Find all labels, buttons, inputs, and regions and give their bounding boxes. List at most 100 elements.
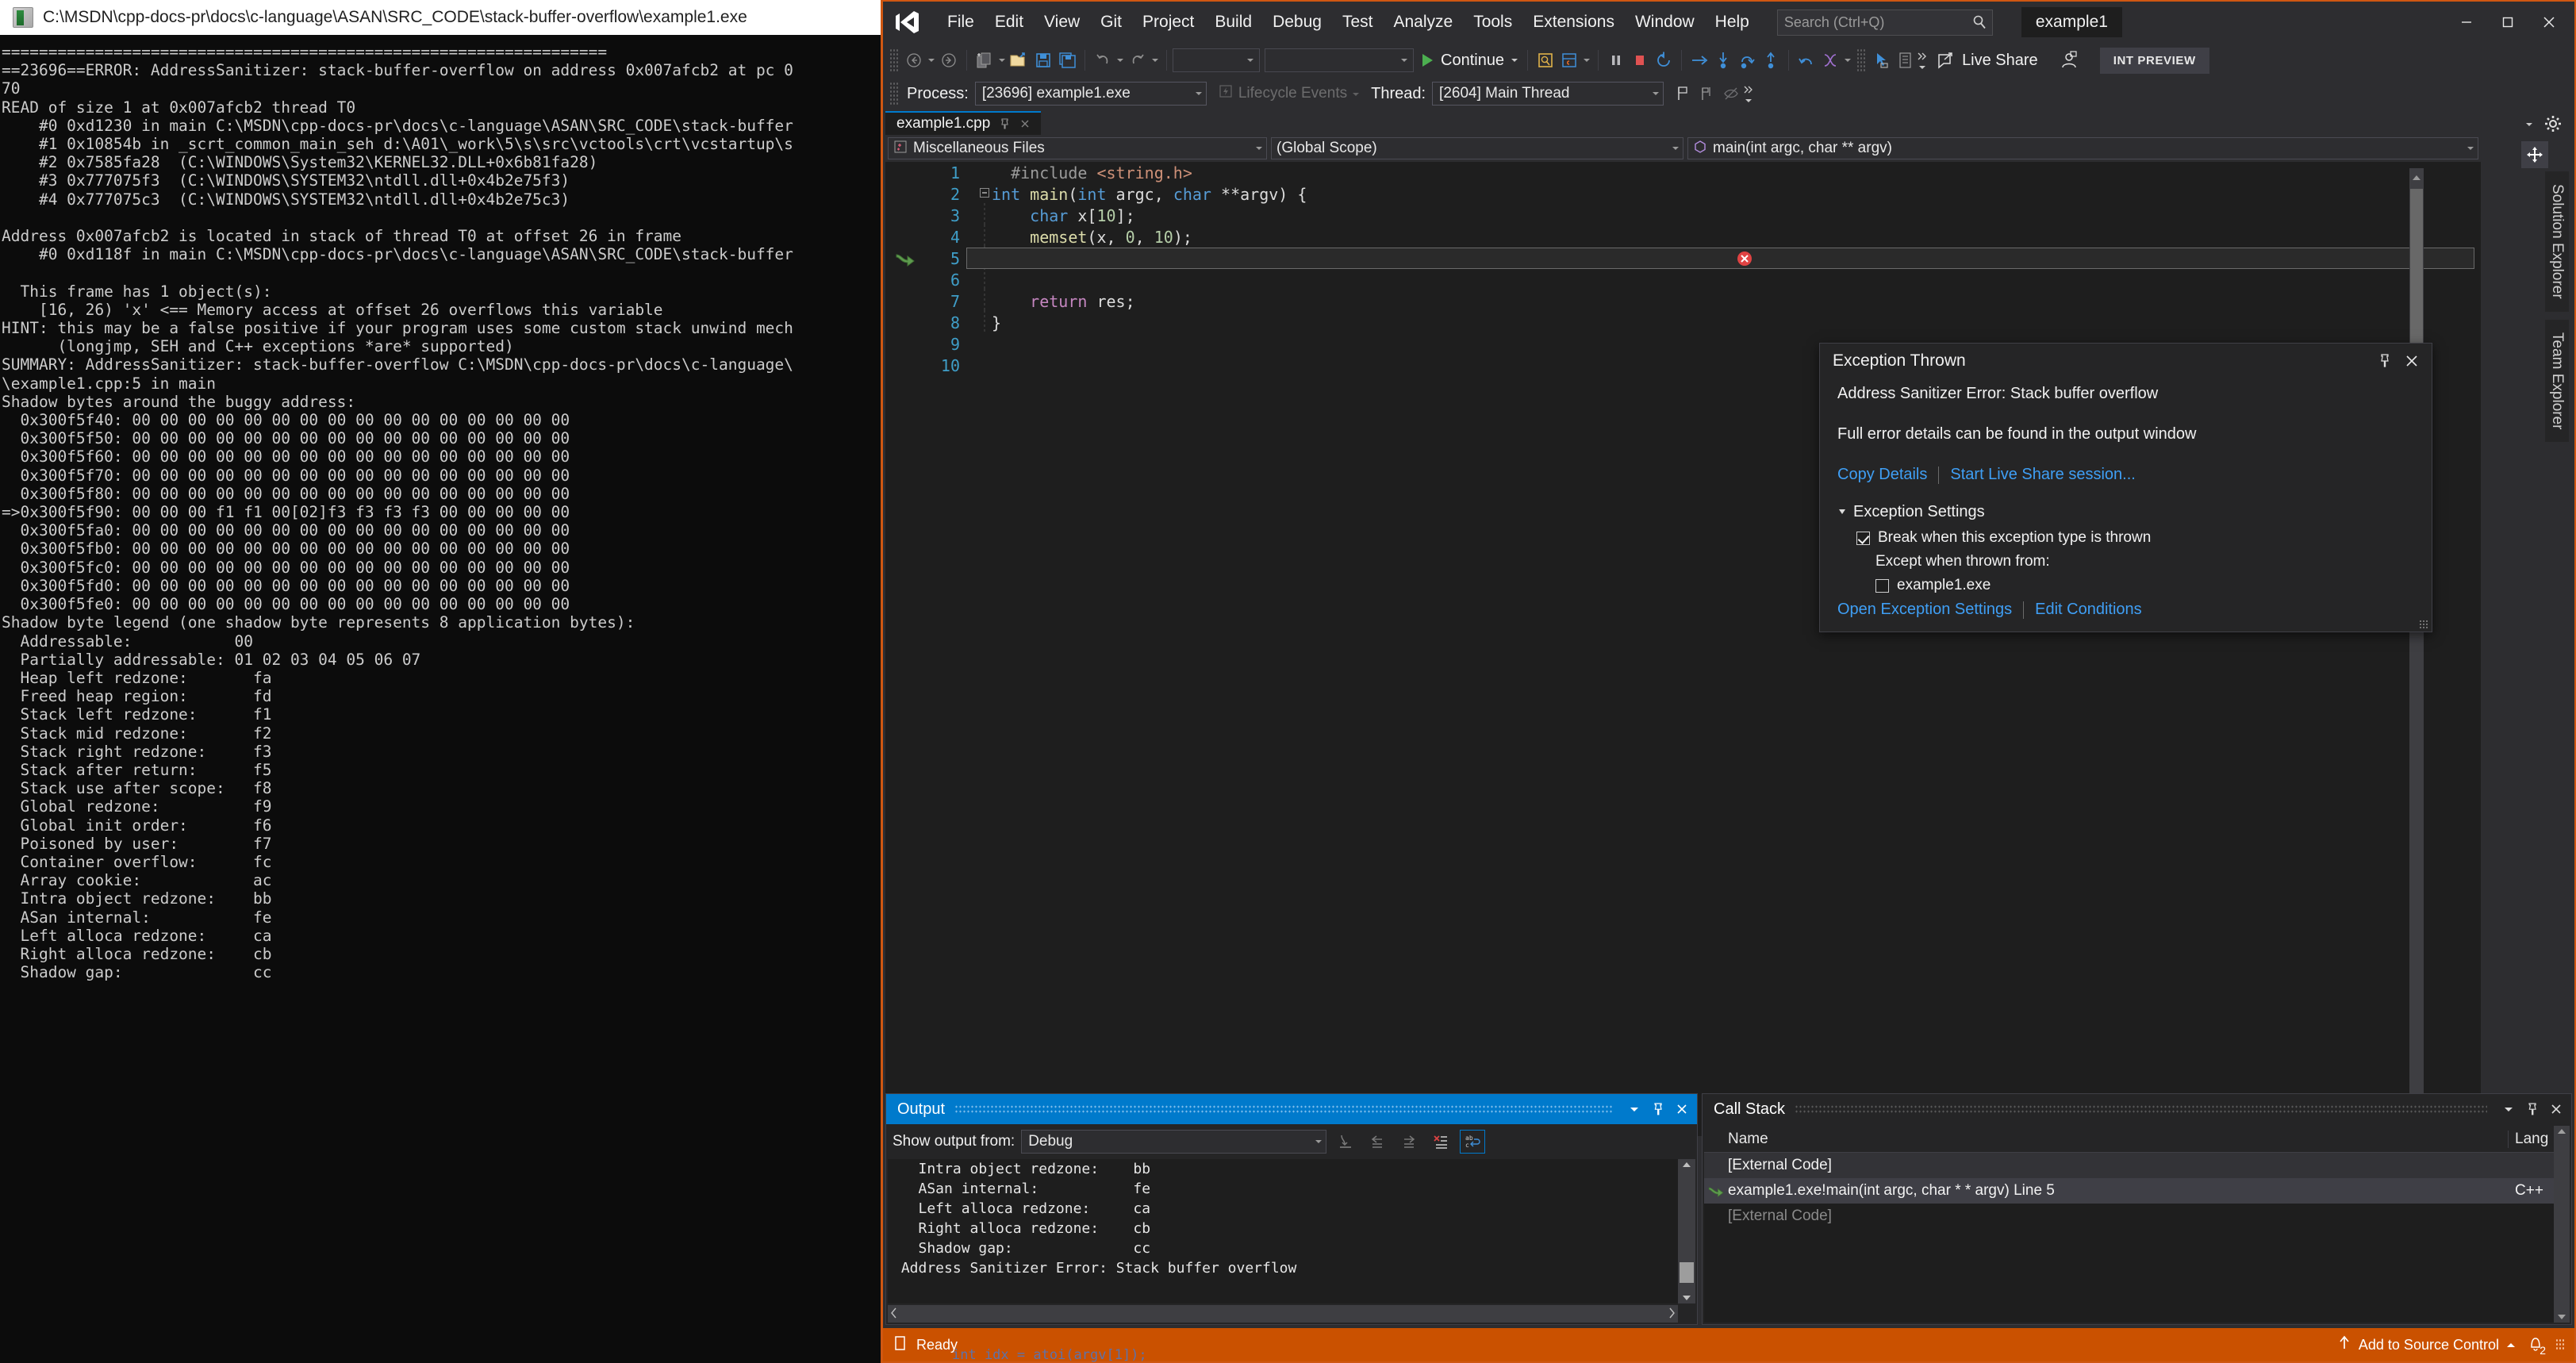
open-exception-settings-link[interactable]: Open Exception Settings — [1837, 601, 2012, 619]
continue-button[interactable]: Continue — [1414, 48, 1522, 73]
project-combo[interactable]: Miscellaneous Files — [888, 137, 1267, 159]
toolbar-grip[interactable] — [889, 48, 899, 72]
step-into-icon[interactable] — [1711, 48, 1735, 72]
scroll-left-arrow-icon[interactable] — [890, 1307, 898, 1323]
code-line[interactable]: 4 memset(x, 0, 10); — [927, 225, 2481, 248]
config-combo[interactable] — [1173, 48, 1260, 72]
panel-drag-dots[interactable] — [1795, 1104, 2487, 1114]
scroll-down-arrow-icon[interactable] — [1678, 1294, 1695, 1302]
resize-grip[interactable] — [2555, 1338, 2565, 1351]
minimize-icon[interactable] — [2446, 5, 2487, 40]
chevron-down-icon[interactable] — [2497, 1097, 2520, 1121]
list-icon[interactable] — [1893, 48, 1917, 72]
step-back-icon[interactable] — [1795, 48, 1818, 72]
close-icon[interactable] — [1670, 1097, 1694, 1121]
menu-view[interactable]: View — [1034, 8, 1090, 36]
scroll-up-arrow-icon[interactable] — [2409, 168, 2424, 187]
new-project-caret[interactable] — [996, 48, 1008, 72]
notifications-button[interactable]: 2 — [2524, 1333, 2547, 1357]
close-icon[interactable] — [2544, 1097, 2568, 1121]
menu-git[interactable]: Git — [1090, 8, 1132, 36]
undo-icon[interactable] — [1091, 48, 1115, 72]
chevron-down-icon[interactable] — [2521, 115, 2537, 136]
scrollbar-thumb[interactable] — [1680, 1262, 1694, 1283]
code-line[interactable]: 1 #include <string.h> — [927, 162, 2481, 183]
exception-settings-header[interactable]: Exception Settings — [1837, 503, 2414, 521]
redo-icon[interactable] — [1126, 48, 1150, 72]
code-line[interactable]: 8} — [927, 310, 2481, 333]
output-source-combo[interactable]: Debug — [1021, 1130, 1327, 1154]
code-line[interactable]: 5 int res = x[argc * 10]; // Boom! Class… — [927, 246, 2481, 269]
pause-icon[interactable] — [1604, 48, 1628, 72]
menu-edit[interactable]: Edit — [985, 8, 1034, 36]
break-when-thrown-row[interactable]: Break when this exception type is thrown — [1837, 529, 2414, 547]
sidebar-item-team-explorer[interactable]: Team Explorer — [2545, 319, 2569, 443]
output-vertical-scrollbar[interactable] — [1678, 1159, 1695, 1303]
tab-example1-cpp[interactable]: example1.cpp — [885, 111, 1042, 135]
search-input[interactable] — [1783, 13, 1971, 31]
add-to-source-control-button[interactable]: Add to Source Control — [2337, 1335, 2516, 1355]
redo-caret[interactable] — [1150, 48, 1161, 72]
flag-icon[interactable] — [1672, 82, 1695, 106]
menu-help[interactable]: Help — [1705, 8, 1760, 36]
navigate-forward-icon[interactable] — [937, 48, 961, 72]
hot-reload-caret[interactable] — [1581, 48, 1592, 72]
start-live-share-link[interactable]: Start Live Share session... — [1950, 466, 2135, 484]
toolbar-grip[interactable] — [1856, 48, 1867, 72]
restart-icon[interactable] — [1652, 48, 1676, 72]
overflow-chevron-icon[interactable] — [1917, 48, 1928, 72]
menu-build[interactable]: Build — [1204, 8, 1262, 36]
pin-icon[interactable] — [1646, 1097, 1670, 1121]
call-stack-grid[interactable]: Name Lang [External Code] example1.exe!ma… — [1704, 1126, 2554, 1323]
search-box[interactable] — [1776, 9, 1993, 36]
account-icon[interactable] — [2056, 47, 2083, 74]
save-all-icon[interactable] — [1055, 48, 1079, 72]
column-header-lang[interactable]: Lang — [2508, 1130, 2554, 1148]
close-icon[interactable] — [2528, 5, 2570, 40]
table-row[interactable]: [External Code] — [1704, 1153, 2554, 1178]
flag-threads-icon[interactable] — [1695, 82, 1719, 106]
toggle-word-wrap-icon[interactable]: ab c — [1460, 1130, 1486, 1154]
save-icon[interactable] — [1031, 48, 1055, 72]
step-over-icon[interactable] — [1735, 48, 1759, 72]
scroll-up-arrow-icon[interactable] — [1678, 1161, 1695, 1169]
code-editor[interactable]: 1 #include <string.h> 2 int main(int argc,… — [885, 162, 2481, 1136]
live-share-button[interactable]: Live Share — [1928, 48, 2046, 73]
table-row[interactable]: [External Code] — [1704, 1204, 2554, 1229]
navigate-back-icon[interactable] — [902, 48, 926, 72]
menu-test[interactable]: Test — [1332, 8, 1384, 36]
break-when-thrown-checkbox[interactable] — [1856, 531, 1870, 545]
scroll-down-arrow-icon[interactable] — [2554, 1313, 2570, 1321]
maximize-icon[interactable] — [2487, 5, 2528, 40]
code-lines-container[interactable]: 1 #include <string.h> 2 int main(int argc,… — [927, 162, 2481, 1136]
menu-tools[interactable]: Tools — [1463, 8, 1522, 36]
pin-icon[interactable] — [998, 117, 1011, 130]
code-line[interactable]: 6 — [927, 267, 2481, 290]
menu-debug[interactable]: Debug — [1262, 8, 1332, 36]
splitter-icon[interactable] — [2521, 141, 2548, 168]
pin-icon[interactable] — [2371, 347, 2398, 374]
pointer-icon[interactable] — [1869, 48, 1893, 72]
member-combo[interactable]: main(int argc, char ** argv) — [1687, 137, 2478, 159]
navigate-back-caret[interactable] — [926, 48, 937, 72]
copy-details-link[interactable]: Copy Details — [1837, 466, 1927, 484]
panel-drag-dots[interactable] — [954, 1104, 1613, 1114]
code-line[interactable]: 7 return res; — [927, 289, 2481, 312]
int-preview-badge[interactable]: INT PREVIEW — [2099, 47, 2209, 74]
code-line[interactable]: 2 int main(int argc, char **argv) { — [927, 183, 2481, 205]
menu-window[interactable]: Window — [1625, 8, 1705, 36]
code-line[interactable]: 3 char x[10]; — [927, 203, 2481, 226]
output-panel-header[interactable]: Output — [886, 1094, 1697, 1124]
undo-caret[interactable] — [1115, 48, 1126, 72]
menu-analyze[interactable]: Analyze — [1383, 8, 1463, 36]
process-combo[interactable]: [23696] example1.exe — [974, 82, 1207, 106]
edit-conditions-link[interactable]: Edit Conditions — [2035, 601, 2142, 619]
clear-all-icon[interactable] — [1428, 1130, 1453, 1154]
module-exclusion-row[interactable]: example1.exe — [1837, 577, 2414, 594]
scroll-up-arrow-icon[interactable] — [2554, 1127, 2570, 1135]
intellitrace-caret[interactable] — [1842, 48, 1853, 72]
close-icon[interactable] — [1019, 117, 1031, 130]
new-project-icon[interactable] — [973, 48, 996, 72]
go-to-previous-icon[interactable] — [1365, 1130, 1390, 1154]
stop-icon[interactable] — [1628, 48, 1652, 72]
